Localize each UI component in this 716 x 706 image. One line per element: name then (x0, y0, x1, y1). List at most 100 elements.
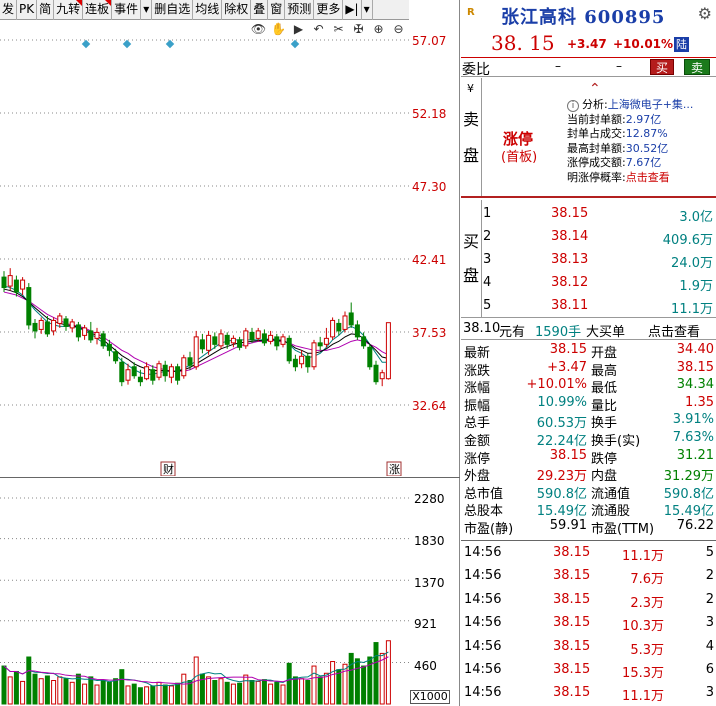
tick-time: 14:56 (464, 591, 502, 607)
tick-price: 38.15 (553, 685, 591, 701)
candle-body (168, 366, 174, 378)
candle-body (69, 321, 75, 329)
candle-body (373, 364, 379, 383)
tick-volume: 15.3万 (622, 666, 664, 681)
buy-level-row[interactable]: 2 38.14 409.6万 (483, 225, 715, 248)
candle-body (131, 366, 137, 377)
limit-up-sub: (首板) (501, 150, 538, 165)
candle-body (94, 331, 100, 339)
toolbar-item[interactable]: 除权 (222, 0, 252, 20)
event-limit-marker[interactable]: 涨 (389, 463, 400, 476)
candle-body (354, 324, 360, 338)
next-limit-prob-link[interactable]: 点击查看 (626, 171, 670, 184)
chart-area[interactable]: 发 PK 简九转 连板 事件 ▾ 删自选 均线 除权叠窗预测 更多 ▶| ▾ 👁 ✋ ▶ ↶ ✂ ✠ ⊕ ⊖ 财涨 … (0, 0, 460, 706)
stat-value: 38.15 (549, 447, 587, 463)
toolbar-item[interactable]: 叠 (251, 0, 269, 20)
toolbar-item[interactable]: 窗 (268, 0, 286, 20)
volume-bar (63, 678, 69, 705)
volume-bar (113, 678, 119, 705)
volume-bar (261, 679, 267, 705)
toolbar-item[interactable]: 九转 (54, 0, 84, 20)
buy-level: 4 (483, 275, 492, 290)
stat-value: 22.24亿 (536, 434, 587, 449)
title-row: R 张江高科 600895 ⚙ (461, 0, 716, 30)
toolbar-item[interactable]: PK (17, 0, 38, 20)
tick-row: 14:56 38.15 7.6万 2 (461, 564, 716, 587)
stat-value: 38.15 (676, 359, 714, 375)
buy-level-row[interactable]: 5 38.11 11.1万 (483, 294, 715, 317)
tick-price: 38.15 (553, 545, 591, 560)
tick-price: 38.15 (553, 638, 591, 654)
stat-value: 7.63% (672, 430, 714, 445)
summary-link[interactable]: 点击查看 (648, 321, 700, 340)
buy-button[interactable]: 买 (650, 59, 674, 75)
candle-body (51, 319, 57, 332)
volume-bar (51, 680, 57, 705)
r-logo: R (467, 7, 475, 18)
stat-label: 换手(实) (591, 434, 641, 449)
tick-count: 2 (705, 591, 714, 607)
candle-body (7, 275, 13, 287)
buy-level: 1 (483, 206, 492, 221)
candle-body (1, 276, 7, 289)
chart-toolbar: 发 PK 简九转 连板 事件 ▾ 删自选 均线 除权叠窗预测 更多 ▶| ▾ (0, 0, 409, 20)
candle-body (230, 337, 236, 344)
tick-count: 5 (705, 545, 714, 560)
sell-button[interactable]: 卖 (684, 59, 710, 75)
candle-body (162, 364, 168, 377)
stat-label: 金额 (464, 434, 491, 449)
candle-body (280, 336, 286, 345)
tick-time: 14:56 (464, 568, 502, 584)
candle-body (57, 315, 63, 324)
candle-body (261, 333, 267, 344)
event-finance-marker[interactable]: 财 (163, 462, 174, 476)
toolbar-item[interactable]: 连板 (83, 0, 113, 20)
toolbar-item[interactable]: 预测 (285, 0, 315, 20)
toolbar-item[interactable]: 发 (0, 0, 18, 20)
toolbar-item[interactable]: ▶| (343, 0, 362, 20)
candle-body (286, 337, 292, 362)
chevron-up-icon[interactable]: ⌃ (589, 81, 601, 97)
buy-volume: 409.6万 (662, 233, 713, 248)
kline-chart[interactable]: 财涨 (0, 20, 409, 476)
toolbar-item[interactable]: 事件 (112, 0, 142, 20)
buy-level-row[interactable]: 1 38.15 3.0亿 (483, 202, 715, 225)
candle-body (144, 366, 150, 380)
max-seal-value: 30.52亿 (625, 141, 669, 155)
tick-count: 2 (705, 568, 714, 584)
volume-chart[interactable] (0, 478, 409, 706)
tick-list[interactable]: 14:56 38.15 11.1万 5 14:56 38.15 7.6万 2 14:56 38.1… (461, 541, 716, 706)
candle-body (113, 351, 119, 362)
tick-volume: 7.6万 (630, 572, 664, 588)
candle-body (336, 322, 342, 332)
candle-body (305, 355, 311, 368)
sell-side-label-1: 卖 (463, 110, 480, 129)
buy-level-row[interactable]: 3 38.13 24.0万 (483, 248, 715, 271)
stat-row: 最新 38.15 开盘 34.40 (461, 342, 716, 361)
volume-bar (311, 665, 317, 705)
tick-price: 38.15 (553, 568, 591, 584)
toolbar-item[interactable]: 更多 (314, 0, 344, 20)
toolbar-item[interactable]: ▾ (362, 0, 373, 20)
toolbar-item[interactable]: 删自选 (152, 0, 194, 20)
market-badge: 陆 (674, 37, 689, 52)
stat-row: 涨跌 +3.47 最高 38.15 (461, 359, 716, 379)
info-icon[interactable]: i (567, 100, 579, 112)
buy-level-row[interactable]: 4 38.12 1.9万 (483, 271, 715, 294)
volume-bar (230, 683, 236, 705)
toolbar-item[interactable]: 均线 (193, 0, 223, 20)
gear-icon[interactable]: ⚙ (698, 4, 712, 23)
volume-bar (100, 680, 106, 705)
candle-body (38, 319, 44, 330)
quote-panel: R 张江高科 600895 ⚙ 38. 15 +3.47 +10.01% 陆 委… (461, 0, 716, 706)
volume-bar (224, 681, 230, 705)
tick-volume: 10.3万 (622, 619, 664, 635)
tick-row: 14:56 38.15 11.1万 5 (461, 541, 716, 564)
toolbar-item[interactable]: ▾ (141, 0, 153, 20)
candle-body (268, 334, 274, 342)
volume-unit-label[interactable]: X1000 (410, 690, 450, 704)
stock-title[interactable]: 张江高科 600895 (501, 3, 665, 29)
volume-bar (119, 669, 125, 705)
analysis-value[interactable]: 上海微电子+集... (608, 98, 694, 111)
toolbar-item[interactable]: 简 (37, 0, 55, 20)
